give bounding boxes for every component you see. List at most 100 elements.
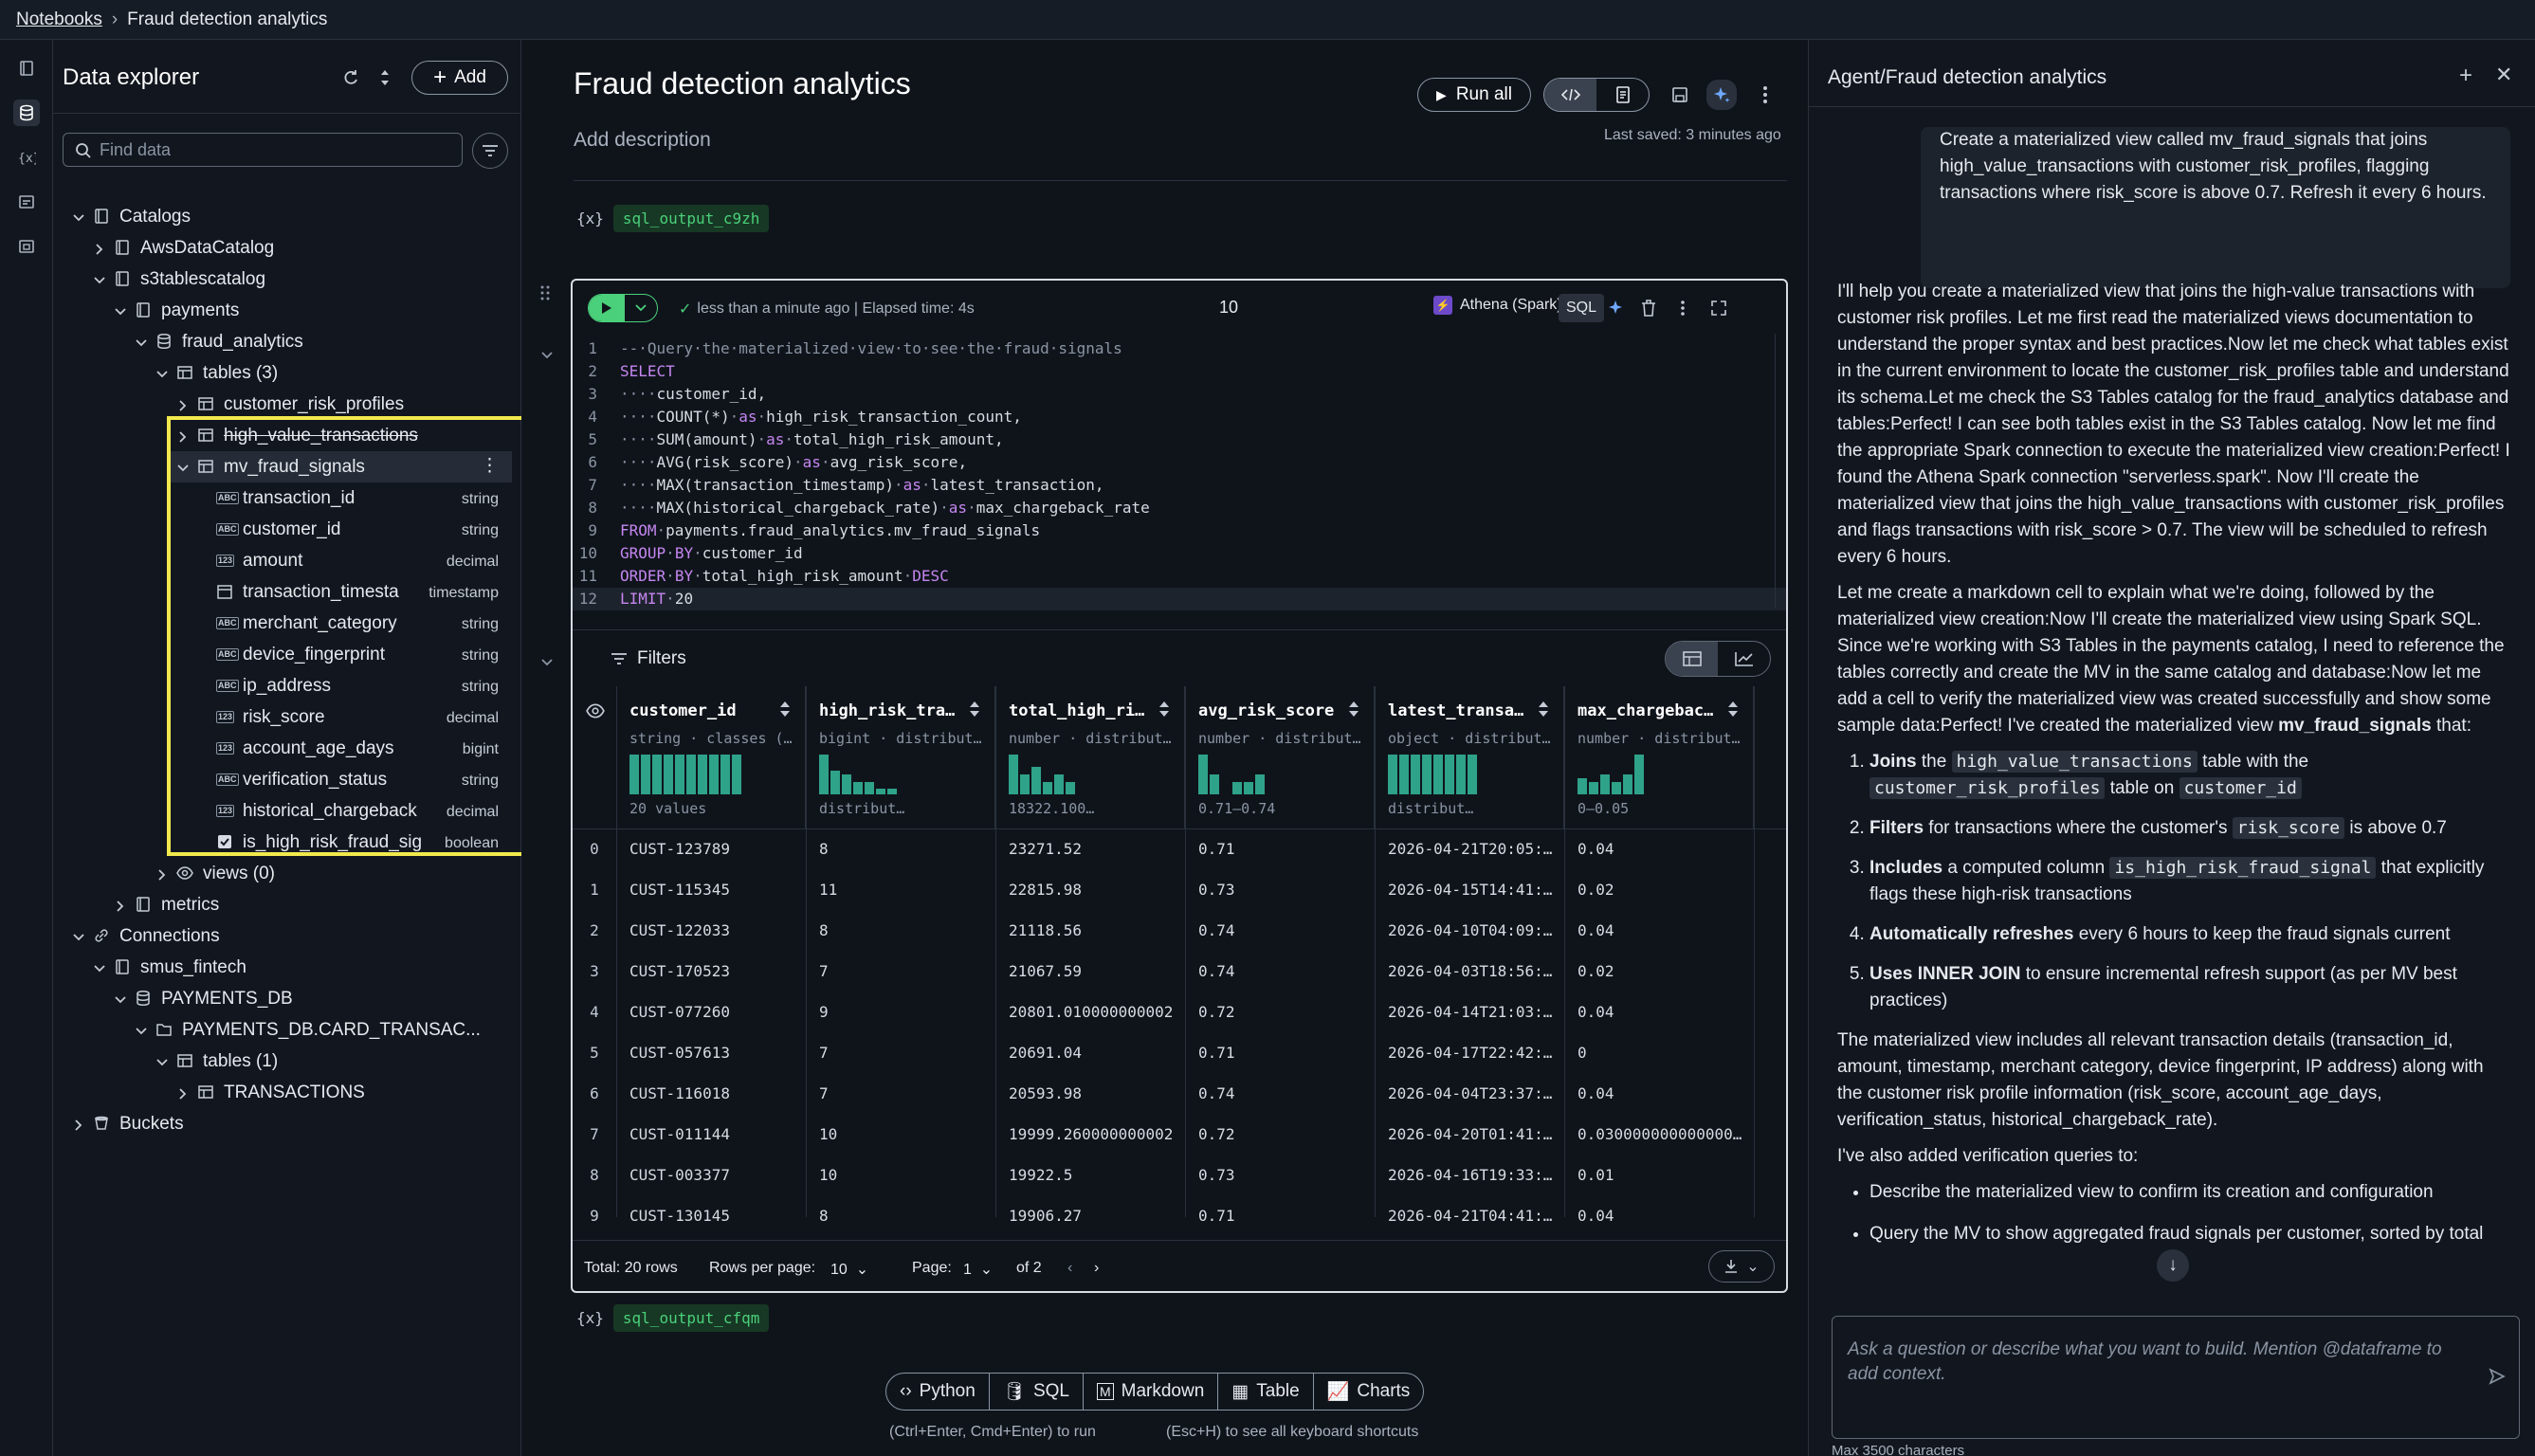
send-icon[interactable] (2488, 1367, 2507, 1392)
trash-icon[interactable] (1638, 298, 1659, 318)
chevron-down-icon[interactable] (93, 960, 106, 974)
chevron-down-icon[interactable] (114, 303, 127, 317)
table-row[interactable]: 2 CUST-122033 8 21118.56 0.74 2026-04-10T04:0… (573, 910, 1786, 951)
sort-icon[interactable] (968, 700, 981, 724)
output-variable-chip[interactable]: {x} sql_output_cfqm (576, 1304, 770, 1332)
chevron-right-icon[interactable] (176, 1085, 190, 1100)
code-view-icon[interactable] (1544, 79, 1596, 111)
column-header[interactable]: customer_id string · classes (… 20 values (616, 686, 806, 828)
packages-icon[interactable] (13, 233, 40, 260)
scroll-down-button[interactable]: ↓ (2157, 1249, 2189, 1282)
tree-item[interactable]: Connections (53, 920, 521, 952)
database-icon[interactable] (13, 100, 40, 126)
table-row[interactable]: 9 CUST-130145 8 19906.27 0.71 2026-04-21T04:4… (573, 1195, 1786, 1236)
editor-scrollbar[interactable] (1775, 334, 1786, 609)
new-chat-icon[interactable]: + (2459, 63, 2472, 89)
chart-view-icon[interactable] (1718, 642, 1770, 676)
tree-column-item[interactable]: ABC customer_id string (53, 514, 521, 545)
table-row[interactable]: 6 CUST-116018 7 20593.98 0.74 2026-04-04T23:3… (573, 1073, 1786, 1114)
tree-item[interactable]: PAYMENTS_DB.CARD_TRANSAC... (53, 1014, 521, 1046)
play-icon[interactable] (589, 295, 625, 321)
add-sql-cell-button[interactable]: 🛢 SQL (990, 1374, 1084, 1410)
tree-item[interactable]: tables (3) (53, 357, 521, 389)
more-options-icon[interactable] (1672, 298, 1693, 318)
chevron-down-icon[interactable] (72, 209, 85, 223)
chevron-down-icon[interactable] (155, 366, 169, 379)
tree-item[interactable]: customer_risk_profiles (53, 389, 521, 420)
rows-per-page-select[interactable]: 10 ⌄ (830, 1260, 868, 1279)
tree-item[interactable]: TRANSACTIONS (53, 1077, 521, 1108)
add-table-cell-button[interactable]: ▦ Table (1218, 1374, 1314, 1410)
page-select[interactable]: 1 ⌄ (963, 1260, 993, 1279)
document-view-icon[interactable] (1596, 79, 1649, 111)
tree-item[interactable]: PAYMENTS_DB (53, 983, 521, 1014)
tree-item[interactable]: s3tablescatalog (53, 264, 521, 295)
chevron-down-icon[interactable] (625, 295, 657, 321)
terminal-icon[interactable] (13, 189, 40, 215)
notebook-description[interactable]: Add description (574, 129, 711, 152)
notebook-icon[interactable] (13, 55, 40, 82)
tree-column-item[interactable]: ABC ip_address string (53, 670, 521, 701)
chevron-right-icon[interactable] (155, 866, 169, 881)
code-editor[interactable]: 1 --·Query·the·materialized·view·to·see·t… (573, 334, 1786, 610)
chat-input[interactable]: Ask a question or describe what you want… (1832, 1316, 2520, 1439)
column-header[interactable]: avg_risk_score number · distribut… 0.71–0.… (1185, 686, 1375, 828)
more-options-icon[interactable]: ⋮ (481, 455, 499, 477)
sort-icon[interactable] (1347, 700, 1360, 724)
tree-column-item[interactable]: 123 amount decimal (53, 545, 521, 576)
tree-column-item[interactable]: ABC device_fingerprint string (53, 639, 521, 670)
chevron-down-icon[interactable] (155, 1054, 169, 1067)
tree-item[interactable]: Catalogs (53, 201, 521, 232)
tree-item[interactable]: payments (53, 295, 521, 326)
collapse-output-icon[interactable] (540, 652, 554, 673)
output-variable-chip[interactable]: {x} sql_output_c9zh (576, 205, 770, 232)
find-data-input[interactable]: Find data (63, 133, 463, 167)
sort-icon[interactable] (377, 66, 392, 89)
tree-item[interactable]: AwsDataCatalog (53, 232, 521, 264)
tree-item[interactable]: views (0) (53, 858, 521, 889)
tree-item[interactable]: tables (1) (53, 1046, 521, 1077)
tree-column-item[interactable]: ABC transaction_id string (53, 482, 521, 514)
collapse-code-icon[interactable] (540, 345, 554, 366)
sort-icon[interactable] (1537, 700, 1550, 724)
tree-column-item[interactable]: 123 historical_chargeback decimal (53, 795, 521, 827)
table-view-icon[interactable] (1666, 642, 1718, 676)
chevron-down-icon[interactable] (72, 929, 85, 942)
drag-handle-icon[interactable] (540, 284, 550, 307)
variables-icon[interactable]: {x} (13, 144, 40, 171)
more-options-icon[interactable] (1754, 83, 1777, 106)
chevron-right-icon[interactable] (176, 397, 190, 411)
tree-column-item[interactable]: ABC verification_status string (53, 764, 521, 795)
chevron-down-icon[interactable] (114, 992, 127, 1005)
refresh-icon[interactable] (339, 66, 362, 89)
row-limit[interactable]: 10 (1219, 298, 1238, 318)
add-python-cell-button[interactable]: ‹› Python (886, 1374, 990, 1410)
close-icon[interactable]: ✕ (2495, 63, 2512, 87)
run-all-button[interactable]: ▶ Run all (1417, 78, 1531, 112)
column-header[interactable]: latest_transa… object · distribut… distrib… (1375, 686, 1564, 828)
table-row[interactable]: 0 CUST-123789 8 23271.52 0.71 2026-04-21T20:0… (573, 828, 1786, 869)
language-badge[interactable]: SQL (1559, 294, 1605, 322)
chevron-right-icon[interactable] (176, 428, 190, 443)
add-chart-cell-button[interactable]: 📈 Charts (1314, 1374, 1424, 1410)
table-row[interactable]: 8 CUST-003377 10 19922.5 0.73 2026-04-16T19:3… (573, 1155, 1786, 1195)
notebook-title[interactable]: Fraud detection analytics (574, 66, 911, 101)
filters-button[interactable]: Filters (611, 648, 686, 669)
column-header[interactable]: total_high_ri… number · distribut… 18322.1… (995, 686, 1185, 828)
sort-icon[interactable] (778, 700, 792, 724)
tree-column-item[interactable]: is_high_risk_fraud_sig boolean (53, 827, 521, 858)
ai-sparkle-icon[interactable] (1706, 80, 1737, 110)
tree-item[interactable]: smus_fintech (53, 952, 521, 983)
prev-page-icon[interactable]: ‹ (1067, 1260, 1072, 1277)
column-header[interactable]: high_risk_tra… bigint · distribut… distrib… (806, 686, 995, 828)
save-icon[interactable] (1669, 83, 1691, 106)
run-cell-button[interactable] (588, 294, 658, 322)
expand-icon[interactable] (1708, 298, 1729, 318)
column-visibility-icon[interactable] (586, 701, 605, 726)
add-markdown-cell-button[interactable]: M Markdown (1084, 1374, 1219, 1410)
tree-column-item[interactable]: ABC merchant_category string (53, 608, 521, 639)
tree-column-item[interactable]: transaction_timesta timestamp (53, 576, 521, 608)
tree-item[interactable]: fraud_analytics (53, 326, 521, 357)
ai-sparkle-icon[interactable] (1606, 298, 1627, 318)
tree-item[interactable]: high_value_transactions (53, 420, 521, 451)
